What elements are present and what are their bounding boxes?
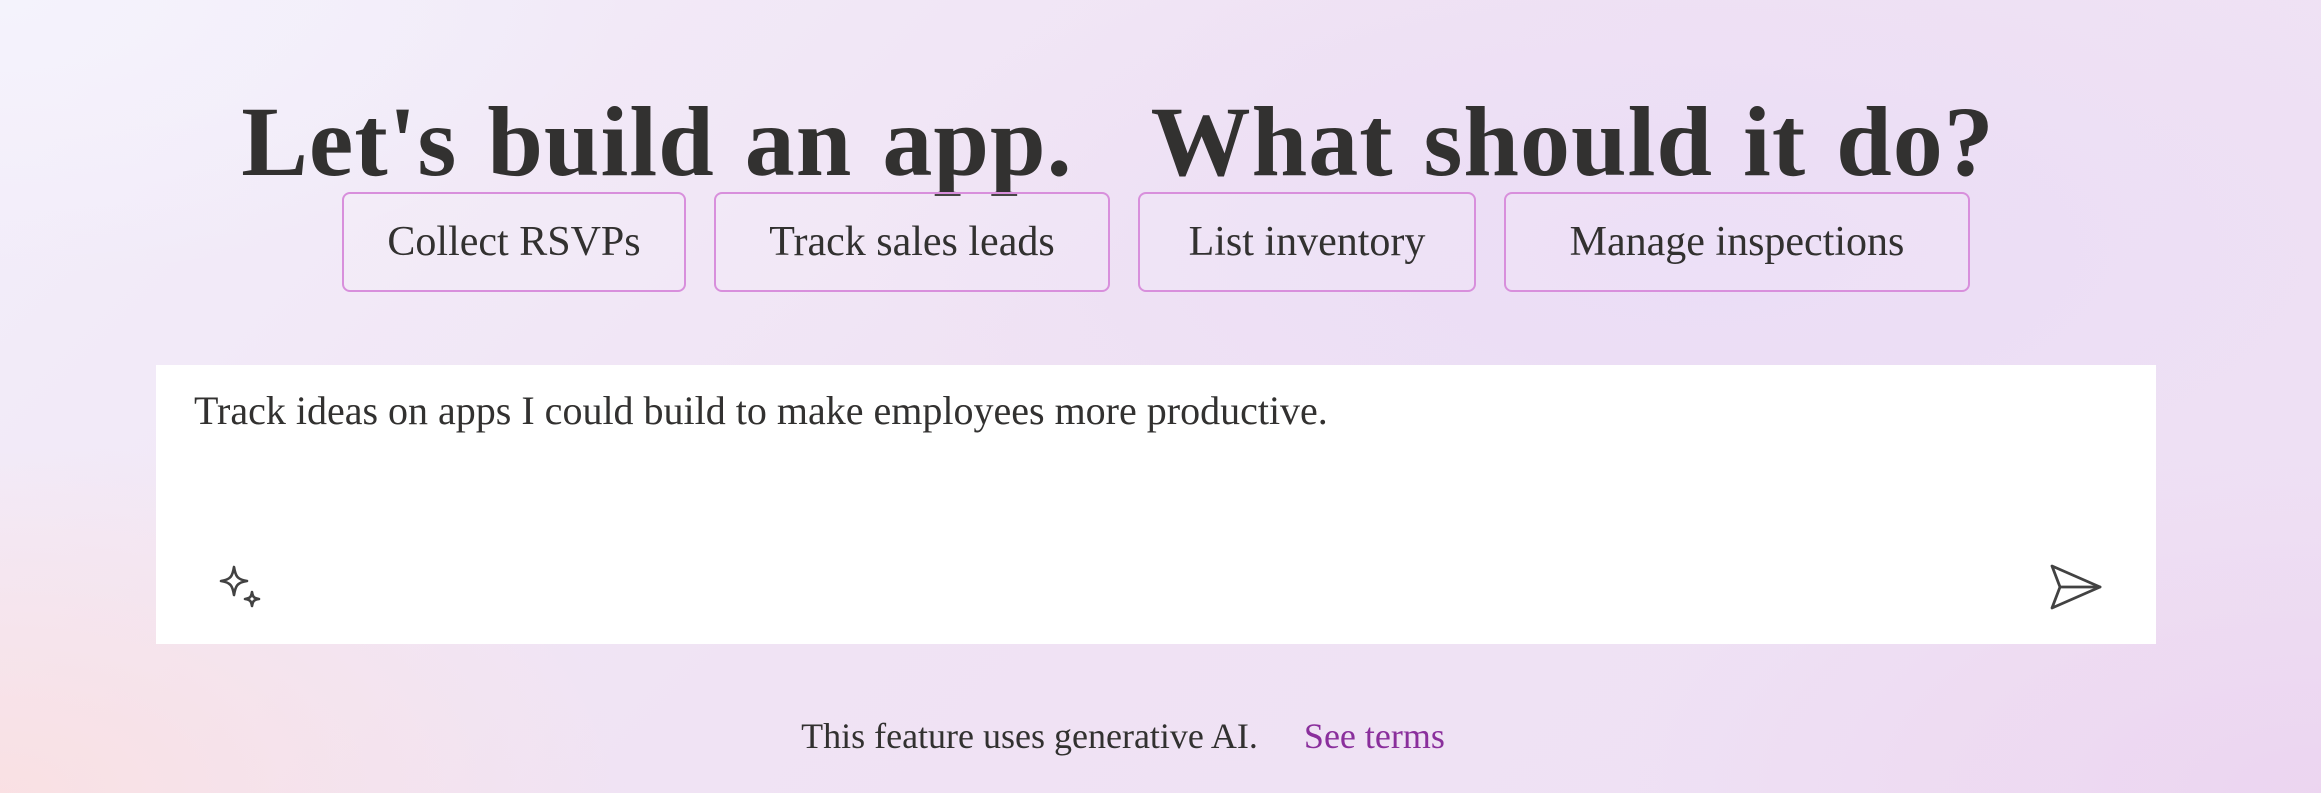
suggestion-chips: Collect RSVPs Track sales leads List inv… [342, 192, 1970, 292]
suggestion-collect-rsvps[interactable]: Collect RSVPs [342, 192, 686, 292]
page-title-part-2: What should it do? [1150, 86, 1995, 197]
page-title-part-1: Let's build an app. [241, 86, 1073, 197]
see-terms-link[interactable]: See terms [1304, 716, 1445, 756]
suggestion-manage-inspections[interactable]: Manage inspections [1504, 192, 1970, 292]
send-icon[interactable] [2046, 560, 2106, 620]
prompt-input[interactable] [194, 383, 2094, 533]
app-builder-page: Let's build an app. What should it do? Co… [0, 0, 2321, 793]
sparkle-icon[interactable] [212, 561, 272, 621]
suggestion-list-inventory[interactable]: List inventory [1138, 192, 1476, 292]
suggestion-track-sales-leads[interactable]: Track sales leads [714, 192, 1110, 292]
prompt-box [156, 365, 2156, 644]
ai-disclaimer: This feature uses generative AI. [801, 716, 1258, 756]
footer: This feature uses generative AI. See term… [0, 712, 2321, 760]
page-title: Let's build an app. What should it do? [0, 86, 2236, 198]
